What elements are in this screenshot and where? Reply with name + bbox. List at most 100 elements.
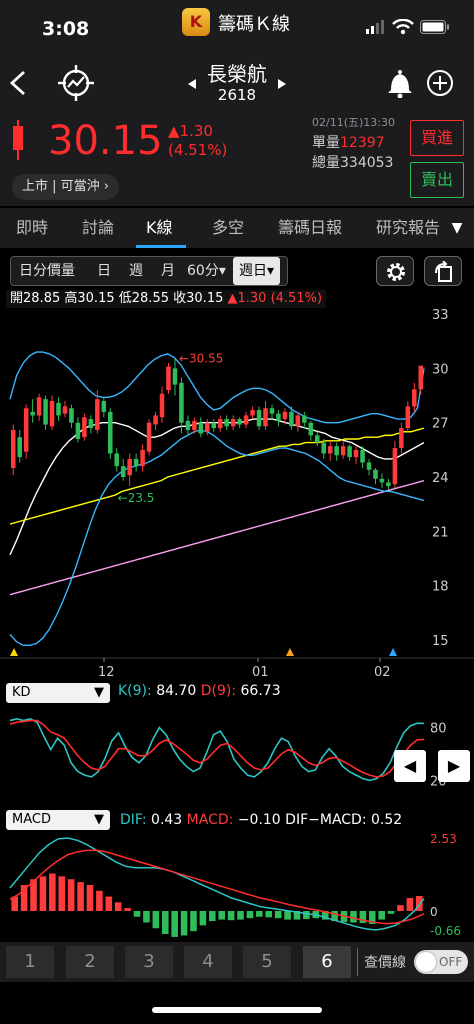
osc-bar	[378, 910, 385, 920]
candle-body	[159, 393, 165, 418]
layout-1-button[interactable]: 1	[6, 946, 54, 978]
candle-body	[418, 365, 424, 390]
layout-4-button[interactable]: 4	[184, 946, 232, 978]
candle-body	[88, 419, 94, 429]
tab-kline[interactable]: K線	[146, 208, 173, 248]
high-annotation: ←30.55	[179, 351, 223, 365]
candle-body	[315, 435, 320, 443]
osc-bar	[274, 910, 282, 919]
osc-bar	[190, 910, 197, 932]
osc-bar	[246, 910, 254, 919]
candle-body	[120, 466, 126, 477]
x-tick-label: 02	[374, 665, 391, 680]
candle-body	[379, 478, 385, 483]
macd-select-label: MACD	[12, 812, 51, 827]
next-stock-icon[interactable]	[276, 78, 288, 90]
total-volume: 總量334053	[312, 152, 393, 172]
period-week-day[interactable]: 週日▾	[233, 257, 281, 285]
tab-discussion[interactable]: 討論	[82, 208, 114, 248]
osc-bar	[86, 885, 94, 911]
home-indicator	[152, 1007, 322, 1013]
osc-bar	[114, 902, 122, 911]
macd-y-tick-label: -0.66	[430, 924, 461, 938]
toggle-state-label: OFF	[439, 955, 463, 969]
kd-y-tick-label: 80	[430, 722, 447, 737]
tab-chip-daily[interactable]: 籌碼日報	[278, 208, 342, 248]
layout-number-bar: 1 2 3 4 5 6 查價線 OFF	[0, 942, 474, 982]
osc-bar	[265, 910, 273, 918]
macd-legend: DIF: 0.43 MACD: −0.10 DIF−MACD: 0.52	[120, 812, 402, 828]
osc-bar	[180, 910, 188, 936]
chevron-down-icon: ▼	[94, 685, 104, 700]
rotate-button[interactable]	[424, 256, 462, 286]
candle-body	[302, 415, 307, 423]
layout-6-button[interactable]: 6	[303, 946, 351, 978]
settings-button[interactable]	[376, 256, 414, 286]
osc-bar	[171, 910, 178, 937]
candle-body	[340, 446, 346, 456]
macd-chart: 2.53 0 -0.66	[9, 832, 461, 938]
candle-body	[140, 449, 145, 467]
dif-label: DIF:	[120, 812, 147, 828]
osc-value: 0.52	[371, 812, 403, 828]
sell-button[interactable]: 賣出	[410, 162, 464, 198]
candle-body	[10, 429, 16, 468]
osc-bar	[218, 910, 225, 920]
layout-2-button[interactable]: 2	[66, 946, 114, 978]
candle-body	[224, 419, 229, 427]
market-tag[interactable]: 上市 | 可當沖 ›	[12, 174, 119, 200]
macd-select[interactable]: MACD ▼	[6, 810, 110, 830]
candle-body	[263, 408, 268, 427]
osc-bar	[387, 910, 395, 914]
period-month[interactable]: 月	[161, 257, 175, 285]
candle-body	[185, 420, 191, 430]
macd-y-tick-label: 2.53	[430, 832, 457, 846]
candle-body	[30, 411, 35, 416]
price-line-toggle[interactable]: OFF	[414, 950, 468, 974]
period-week[interactable]: 週	[129, 257, 143, 285]
period-day[interactable]: 日	[97, 257, 111, 285]
kline-chart[interactable]: 33 30 27 24 21 18 15 12 01 02 ←30.55 ←23.5	[0, 296, 474, 680]
kd-select[interactable]: KD ▼	[6, 683, 110, 703]
candle-body	[146, 422, 152, 452]
osc-bar	[406, 897, 414, 911]
marker-orange-icon	[286, 648, 294, 656]
osc-bar	[350, 910, 357, 923]
app-name: 籌碼Ｋ線	[218, 14, 290, 35]
candle-body	[23, 408, 29, 452]
unit-volume-label: 單量	[312, 135, 340, 151]
osc-bar	[199, 910, 207, 926]
candle-body	[43, 399, 48, 425]
tab-research[interactable]: 研究報告	[376, 208, 440, 248]
bell-icon[interactable]	[386, 68, 414, 98]
candle-body	[360, 449, 365, 463]
candle-body	[36, 397, 42, 416]
layout-5-button[interactable]: 5	[243, 946, 291, 978]
candle-body	[327, 446, 333, 454]
buy-button[interactable]: 買進	[410, 120, 464, 156]
battery-icon	[420, 20, 449, 34]
y-tick-label: 27	[432, 417, 449, 432]
tab-long-short[interactable]: 多空	[212, 208, 244, 248]
app-logo-icon: K	[182, 8, 210, 36]
tab-underline	[136, 245, 186, 248]
add-icon[interactable]	[426, 69, 454, 97]
scroll-left-button[interactable]: ◀	[394, 750, 426, 782]
candle-body	[230, 419, 236, 427]
candle-body	[198, 422, 204, 434]
period-daily-volume[interactable]: 日分價量	[19, 257, 75, 285]
layout-3-button[interactable]: 3	[125, 946, 173, 978]
wifi-icon	[392, 19, 414, 35]
scroll-right-button[interactable]: ▶	[438, 750, 470, 782]
tab-realtime[interactable]: 即時	[16, 208, 48, 248]
period-60min[interactable]: 60分▾	[187, 257, 226, 285]
more-tabs-icon[interactable]: ▼	[440, 208, 474, 248]
osc-bar	[124, 908, 131, 911]
total-volume-label: 總量	[312, 155, 340, 171]
marker-blue-icon	[389, 648, 397, 656]
quote-panel: 30.15 ▲1.30 (4.51%) 02/11(五)13:30 單量1239…	[0, 110, 474, 206]
candle-body	[82, 417, 87, 438]
osc-bar	[397, 905, 404, 911]
candle-body	[95, 399, 100, 430]
d-line	[9, 719, 425, 778]
